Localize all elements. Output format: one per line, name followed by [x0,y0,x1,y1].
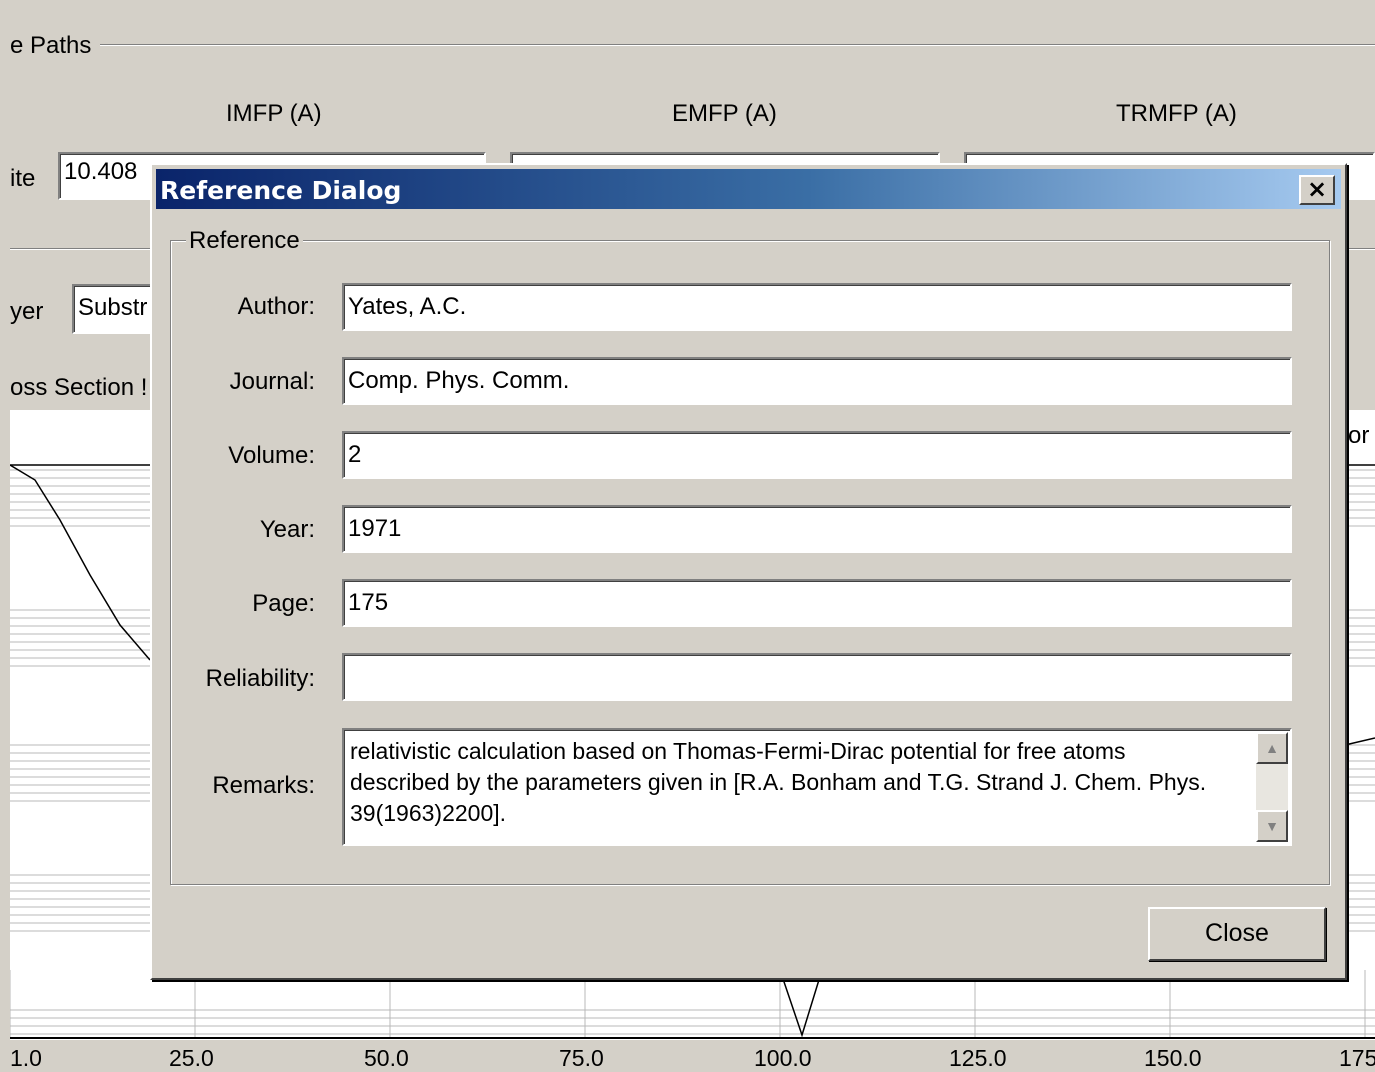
column-header-imfp: IMFP (A) [226,100,322,127]
page-field[interactable]: 175 [342,579,1292,627]
volume-field[interactable]: 2 [342,431,1292,479]
year-value: 1971 [348,515,402,542]
dialog-titlebar[interactable]: Reference Dialog × [156,169,1341,209]
row-label: ite [10,165,36,192]
volume-label: Volume: [228,442,315,469]
chart-right-fragment: or [1348,422,1370,450]
reliability-field[interactable] [342,653,1292,701]
page-label: Page: [252,590,315,617]
paths-group-label: e Paths [10,32,92,59]
column-header-emfp: EMFP (A) [672,100,777,127]
journal-value: Comp. Phys. Comm. [348,367,570,394]
curve-right [1344,737,1375,746]
scroll-down-arrow-icon[interactable]: ▼ [1256,810,1288,842]
close-button[interactable]: Close [1148,907,1326,961]
close-icon[interactable]: × [1299,175,1335,205]
author-field[interactable]: Yates, A.C. [342,283,1292,331]
remarks-text: relativistic calculation based on Thomas… [350,738,1207,826]
year-field[interactable]: 1971 [342,505,1292,553]
reference-dialog: Reference Dialog × Reference Author: Yat… [150,163,1347,980]
scroll-up-arrow-icon[interactable]: ▲ [1256,732,1288,764]
chart-x-ticks [10,970,1366,1038]
layer-value: Substr [78,294,148,321]
year-label: Year: [259,516,315,543]
reliability-label: Reliability: [205,665,315,692]
imfp-value: 10.408 [64,158,138,185]
volume-value: 2 [348,441,362,468]
remarks-label: Remarks: [212,772,315,799]
reference-group-label: Reference [186,227,303,255]
layer-label: yer [10,298,44,325]
remarks-scrollbar[interactable]: ▲ ▼ [1256,732,1288,842]
column-header-trmfp: TRMFP (A) [1116,100,1237,127]
paths-group-border [100,44,1375,45]
journal-label: Journal: [229,368,315,395]
page-value: 175 [348,589,389,616]
author-value: Yates, A.C. [348,293,467,320]
cross-section-label: oss Section ! [10,374,148,401]
remarks-textarea[interactable]: relativistic calculation based on Thomas… [342,728,1292,846]
journal-field[interactable]: Comp. Phys. Comm. [342,357,1292,405]
author-label: Author: [237,293,315,320]
dialog-title: Reference Dialog [160,176,402,205]
